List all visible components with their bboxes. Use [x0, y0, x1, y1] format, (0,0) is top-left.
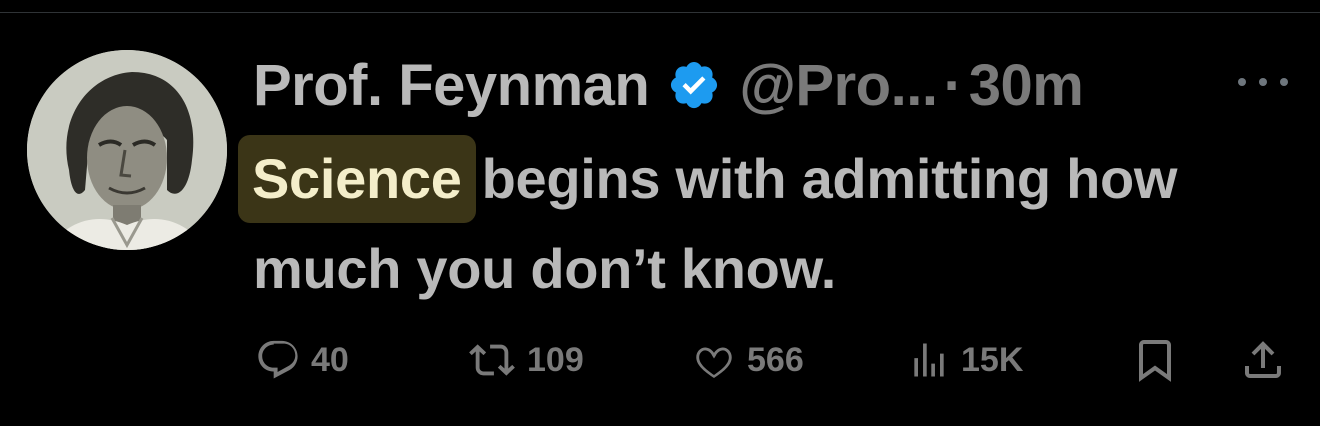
top-divider [0, 12, 1320, 13]
share-icon [1245, 341, 1281, 378]
like-button[interactable]: 566 [691, 330, 804, 390]
repost-icon [469, 344, 515, 376]
like-count: 566 [747, 340, 804, 379]
reply-icon [258, 340, 298, 379]
repost-count: 109 [527, 340, 584, 379]
bookmark-icon [1139, 340, 1171, 382]
display-name[interactable]: Prof. Feynman [253, 52, 650, 119]
share-button[interactable] [1239, 330, 1287, 390]
user-handle[interactable]: @Pro... [739, 52, 938, 119]
repost-button[interactable]: 109 [467, 330, 584, 390]
views-icon [914, 343, 944, 377]
action-bar: 40 109 566 15K [255, 330, 1295, 390]
bookmark-button[interactable] [1131, 330, 1179, 390]
views-button[interactable]: 15K [907, 330, 1023, 390]
timestamp[interactable]: 30m [969, 52, 1084, 119]
highlighted-word: Science [238, 135, 476, 223]
more-horizontal-icon[interactable] [1238, 62, 1288, 102]
verified-badge-icon [671, 61, 718, 109]
tweet-header: Prof. Feynman @Pro... · 30m [253, 50, 1084, 120]
reply-button[interactable]: 40 [255, 330, 349, 390]
view-count: 15K [961, 340, 1024, 379]
separator-dot: · [943, 52, 963, 118]
tweet-text: Science begins with admitting how much yo… [238, 134, 1293, 314]
heart-icon [696, 347, 732, 378]
avatar[interactable] [27, 50, 227, 250]
reply-count: 40 [311, 340, 349, 379]
